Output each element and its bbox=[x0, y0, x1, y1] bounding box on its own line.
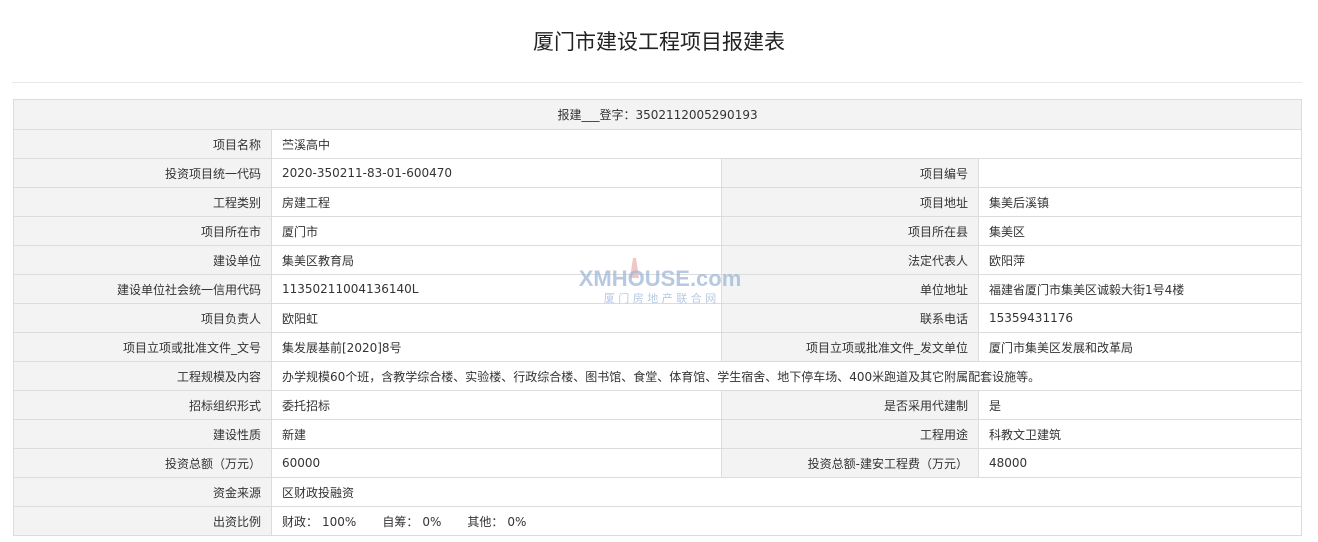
table-row: 项目负责人 欧阳虹 联系电话 15359431176 bbox=[13, 303, 1303, 333]
agent-construction-value: 是 bbox=[977, 390, 1303, 420]
construction-unit-value: 集美区教育局 bbox=[271, 245, 722, 275]
registration-number: 报建___登字：3502112005290193 bbox=[12, 99, 1303, 130]
total-investment-label: 投资总额（万元） bbox=[13, 448, 272, 478]
agent-construction-label: 是否采用代建制 bbox=[721, 390, 979, 420]
investment-code-value: 2020-350211-83-01-600470 bbox=[271, 158, 722, 188]
bidding-form-label: 招标组织形式 bbox=[13, 390, 272, 420]
project-name-label: 项目名称 bbox=[13, 129, 272, 159]
approval-doc-issuer-value: 厦门市集美区发展和改革局 bbox=[977, 332, 1303, 362]
contact-phone-label: 联系电话 bbox=[721, 303, 979, 333]
project-address-value: 集美后溪镇 bbox=[977, 187, 1303, 217]
contact-phone-value: 15359431176 bbox=[977, 303, 1303, 333]
table-row: 建设单位 集美区教育局 法定代表人 欧阳萍 bbox=[13, 245, 1303, 275]
title-divider bbox=[12, 82, 1302, 83]
project-table: 报建___登字：3502112005290193 项目名称 苎溪高中 投资项目统… bbox=[12, 99, 1303, 536]
self-label: 自筹： bbox=[382, 514, 419, 529]
construction-cost-value: 48000 bbox=[977, 448, 1303, 478]
construction-unit-label: 建设单位 bbox=[13, 245, 272, 275]
project-number-value bbox=[977, 158, 1303, 188]
project-leader-value: 欧阳虹 bbox=[271, 303, 722, 333]
project-name-value: 苎溪高中 bbox=[270, 129, 1303, 159]
scale-content-label: 工程规模及内容 bbox=[13, 361, 272, 391]
investment-code-label: 投资项目统一代码 bbox=[13, 158, 272, 188]
table-row: 投资总额（万元） 60000 投资总额-建安工程费（万元） 48000 bbox=[13, 448, 1303, 478]
project-use-value: 科教文卫建筑 bbox=[977, 419, 1303, 449]
other-label: 其他： bbox=[467, 514, 504, 529]
total-investment-value: 60000 bbox=[271, 448, 722, 478]
page-title: 厦门市建设工程项目报建表 bbox=[533, 30, 785, 54]
construction-nature-value: 新建 bbox=[271, 419, 722, 449]
engineering-category-label: 工程类别 bbox=[13, 187, 272, 217]
table-row: 工程规模及内容 办学规模60个班，含教学综合楼、实验楼、行政综合楼、图书馆、食堂… bbox=[13, 361, 1303, 391]
scale-content-value: 办学规模60个班，含教学综合楼、实验楼、行政综合楼、图书馆、食堂、体育馆、学生宿… bbox=[270, 361, 1303, 391]
bidding-form-value: 委托招标 bbox=[271, 390, 722, 420]
funding-source-value: 区财政投融资 bbox=[270, 477, 1303, 507]
table-row: 项目所在市 厦门市 项目所在县 集美区 bbox=[13, 216, 1303, 246]
table-row: 出资比例 财政： 100% 自筹： 0% 其他： 0% bbox=[13, 506, 1303, 536]
table-row: 资金来源 区财政投融资 bbox=[13, 477, 1303, 507]
project-county-label: 项目所在县 bbox=[721, 216, 979, 246]
finance-label: 财政： bbox=[282, 514, 319, 529]
funding-ratio-label: 出资比例 bbox=[13, 506, 272, 536]
approval-doc-number-label: 项目立项或批准文件_文号 bbox=[13, 332, 272, 362]
table-row: 工程类别 房建工程 项目地址 集美后溪镇 bbox=[13, 187, 1303, 217]
project-leader-label: 项目负责人 bbox=[13, 303, 272, 333]
other-value: 0% bbox=[507, 514, 527, 529]
table-row: 项目名称 苎溪高中 bbox=[13, 129, 1303, 159]
table-row: 招标组织形式 委托招标 是否采用代建制 是 bbox=[13, 390, 1303, 420]
project-form: 报建___登字：3502112005290193 项目名称 苎溪高中 投资项目统… bbox=[12, 99, 1303, 536]
project-use-label: 工程用途 bbox=[721, 419, 979, 449]
unit-address-label: 单位地址 bbox=[721, 274, 979, 304]
approval-doc-number-value: 集发展基前[2020]8号 bbox=[271, 332, 722, 362]
finance-value: 100% bbox=[322, 514, 357, 529]
table-header-row: 报建___登字：3502112005290193 bbox=[12, 99, 1303, 130]
legal-representative-label: 法定代表人 bbox=[721, 245, 979, 275]
funding-source-label: 资金来源 bbox=[13, 477, 272, 507]
table-row: 建设单位社会统一信用代码 11350211004136140L 单位地址 福建省… bbox=[13, 274, 1303, 304]
construction-cost-label: 投资总额-建安工程费（万元） bbox=[721, 448, 979, 478]
self-value: 0% bbox=[422, 514, 442, 529]
project-number-label: 项目编号 bbox=[721, 158, 979, 188]
approval-doc-issuer-label: 项目立项或批准文件_发文单位 bbox=[721, 332, 979, 362]
table-row: 项目立项或批准文件_文号 集发展基前[2020]8号 项目立项或批准文件_发文单… bbox=[13, 332, 1303, 362]
project-city-value: 厦门市 bbox=[271, 216, 722, 246]
table-row: 投资项目统一代码 2020-350211-83-01-600470 项目编号 bbox=[13, 158, 1303, 188]
legal-representative-value: 欧阳萍 bbox=[977, 245, 1303, 275]
credit-code-value: 11350211004136140L bbox=[271, 274, 722, 304]
project-city-label: 项目所在市 bbox=[13, 216, 272, 246]
engineering-category-value: 房建工程 bbox=[271, 187, 722, 217]
project-address-label: 项目地址 bbox=[721, 187, 979, 217]
project-county-value: 集美区 bbox=[977, 216, 1303, 246]
table-row: 建设性质 新建 工程用途 科教文卫建筑 bbox=[13, 419, 1303, 449]
funding-ratio-value: 财政： 100% 自筹： 0% 其他： 0% bbox=[270, 506, 1303, 536]
unit-address-value: 福建省厦门市集美区诚毅大街1号4楼 bbox=[977, 274, 1303, 304]
construction-nature-label: 建设性质 bbox=[13, 419, 272, 449]
credit-code-label: 建设单位社会统一信用代码 bbox=[13, 274, 272, 304]
